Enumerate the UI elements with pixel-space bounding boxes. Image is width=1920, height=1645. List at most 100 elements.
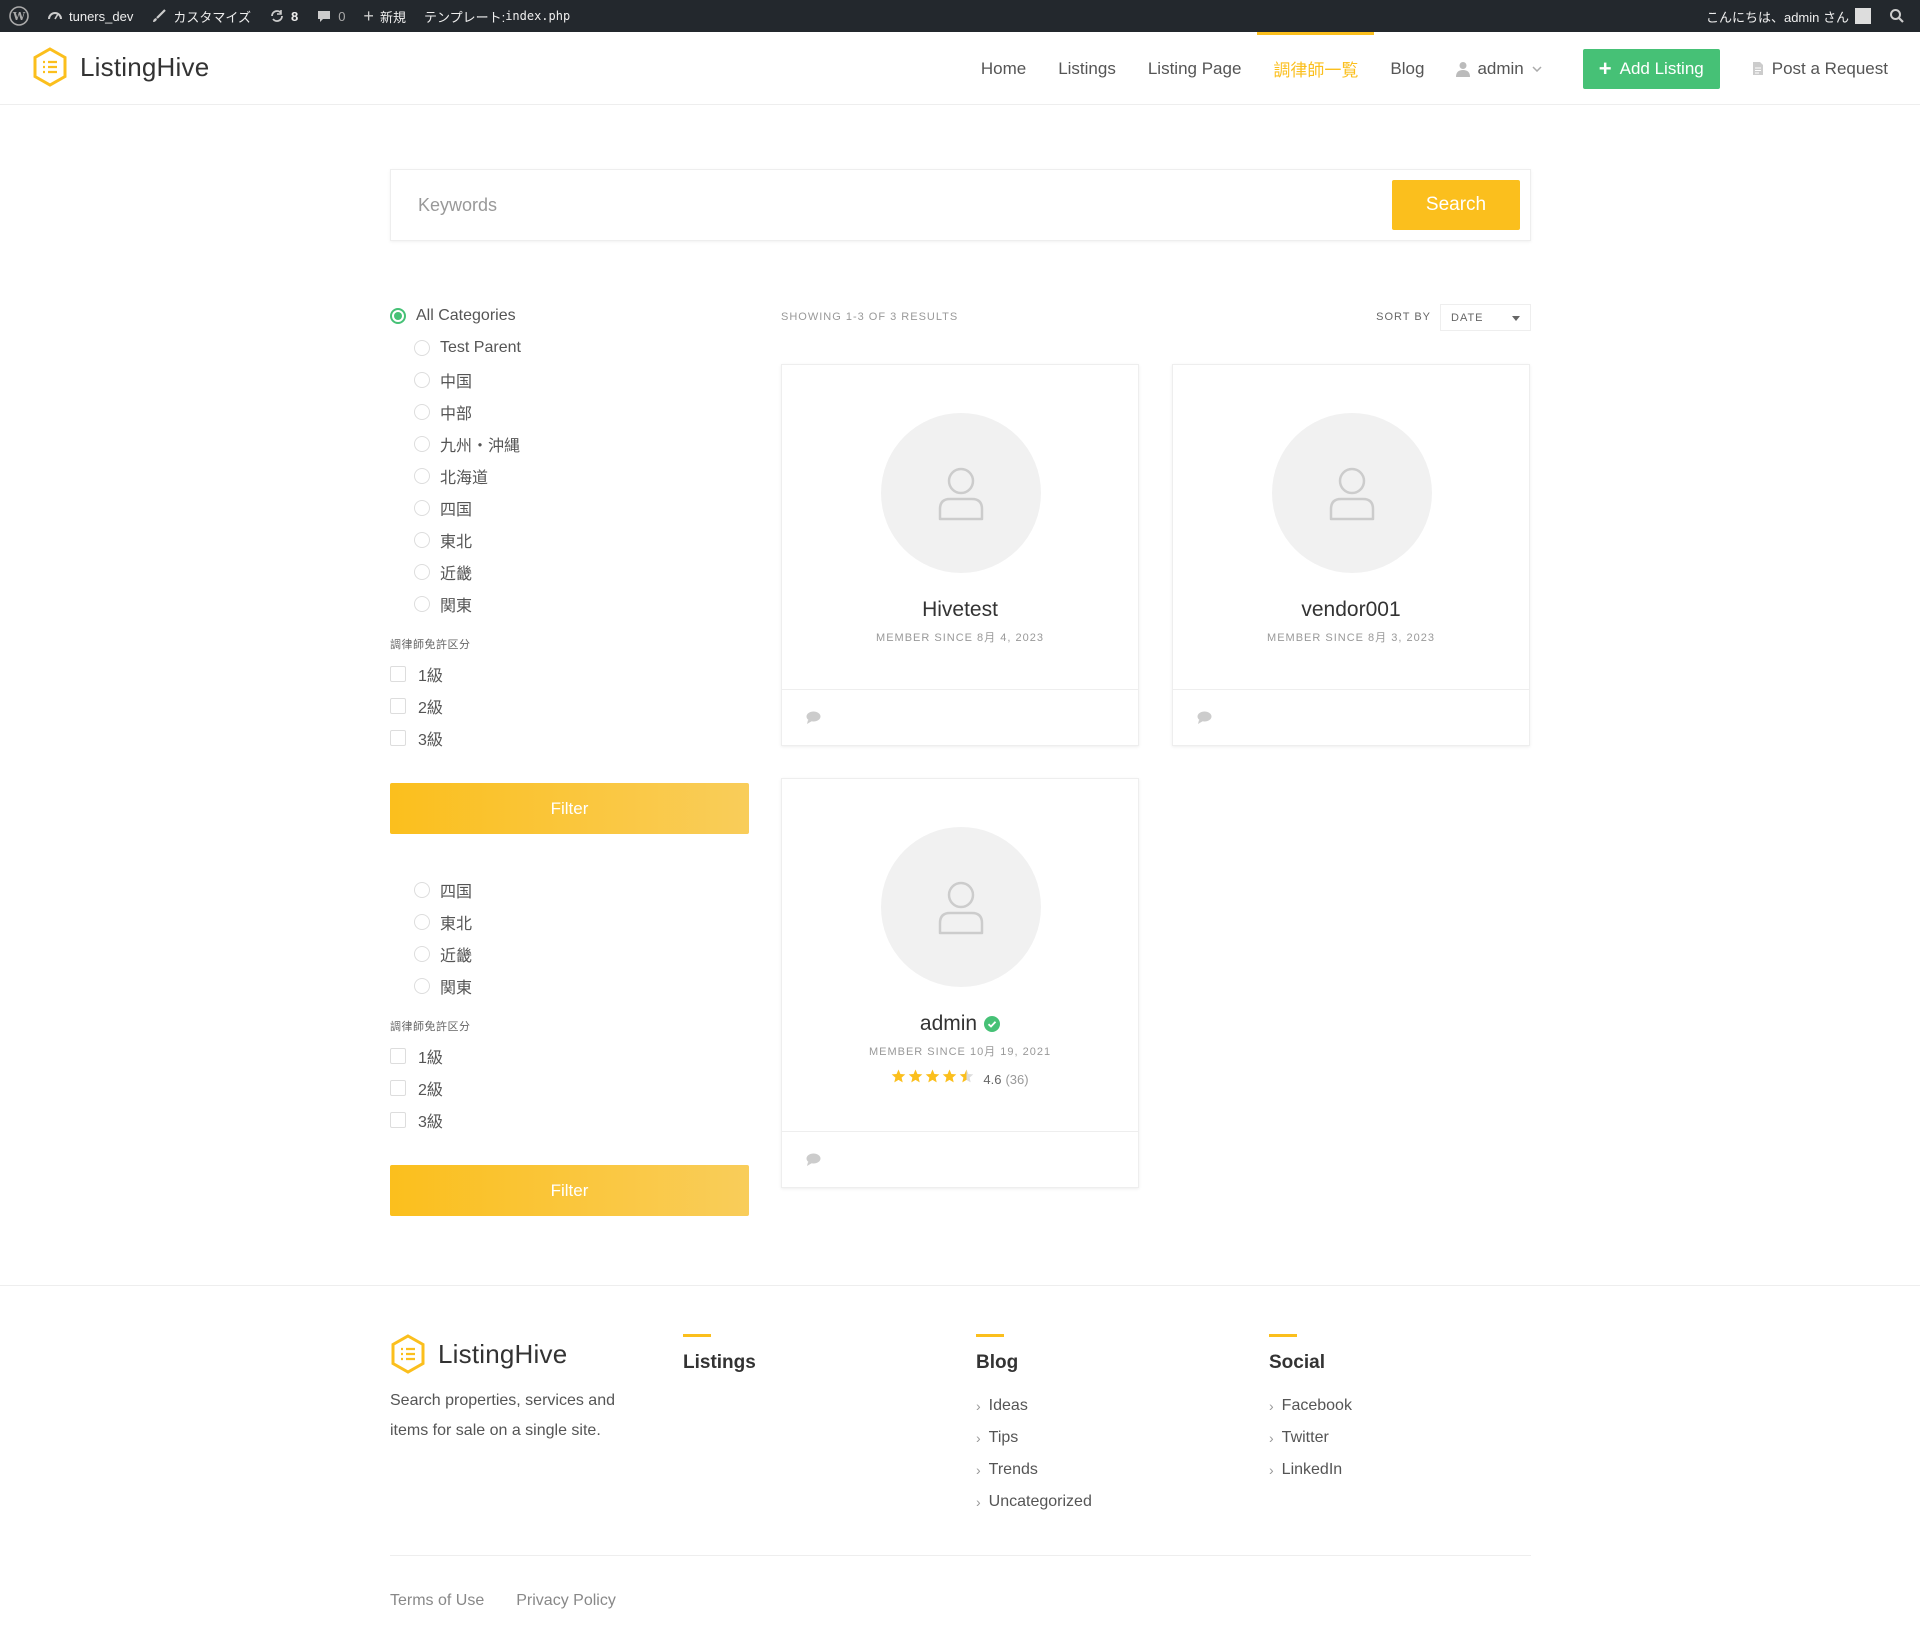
chevron-right-icon: › (1269, 1462, 1274, 1478)
vendor-name[interactable]: Hivetest (782, 598, 1138, 622)
wordpress-logo-icon[interactable]: W (0, 0, 38, 32)
checkbox[interactable] (390, 1112, 406, 1128)
admin-bar-site[interactable]: tuners_dev (38, 0, 142, 32)
radio[interactable] (414, 404, 430, 420)
vendor-name[interactable]: admin (782, 1012, 1138, 1036)
admin-bar-search[interactable] (1880, 0, 1914, 32)
license-option[interactable]: 1級 (390, 1040, 750, 1072)
radio[interactable] (414, 882, 430, 898)
radio[interactable] (414, 596, 430, 612)
category-option[interactable]: Test Parent (390, 332, 750, 364)
radio[interactable] (414, 978, 430, 994)
vendor-card[interactable]: admin MEMBER SINCE 10月 19, 2021 4.6 (36) (781, 778, 1139, 1188)
footer-link[interactable]: › Trends (976, 1454, 1092, 1486)
privacy-policy-link[interactable]: Privacy Policy (516, 1592, 616, 1610)
category-option[interactable]: 関東 (390, 970, 750, 1002)
category-option[interactable]: 北海道 (390, 460, 750, 492)
category-option[interactable]: 四国 (390, 492, 750, 524)
admin-bar-template[interactable]: テンプレート: index.php (415, 0, 579, 32)
vendor-name-text: Hivetest (922, 598, 998, 621)
vendor-card[interactable]: vendor001 MEMBER SINCE 8月 3, 2023 (1172, 364, 1530, 746)
nav-listings[interactable]: Listings (1058, 32, 1116, 105)
radio[interactable] (414, 468, 430, 484)
footer-column-social: Social › Facebook › Twitter › LinkedIn (1269, 1334, 1352, 1486)
card-footer (782, 1131, 1138, 1187)
checkbox[interactable] (390, 666, 406, 682)
template-file: index.php (505, 9, 571, 23)
radio[interactable] (414, 564, 430, 580)
footer-link-facebook[interactable]: › Facebook (1269, 1390, 1352, 1422)
admin-bar-customize[interactable]: カスタマイズ (142, 0, 260, 32)
license-option[interactable]: 1級 (390, 658, 750, 690)
footer-link[interactable]: › Tips (976, 1422, 1092, 1454)
chevron-right-icon: › (976, 1494, 981, 1510)
post-request-link[interactable]: Post a Request (1752, 59, 1888, 79)
category-label: 関東 (440, 980, 473, 997)
radio-checked[interactable] (390, 308, 406, 324)
footer-link[interactable]: › Uncategorized (976, 1486, 1092, 1518)
nav-user-menu[interactable]: admin (1456, 32, 1548, 105)
nav-listing-page[interactable]: Listing Page (1148, 32, 1242, 105)
filter-button[interactable]: Filter (390, 1165, 749, 1216)
filter-button[interactable]: Filter (390, 783, 749, 834)
radio[interactable] (414, 914, 430, 930)
category-option[interactable]: 東北 (390, 906, 750, 938)
terms-of-use-link[interactable]: Terms of Use (390, 1592, 484, 1610)
user-placeholder-icon (1329, 467, 1375, 521)
vendor-avatar[interactable] (1272, 413, 1432, 573)
footer-link-twitter[interactable]: › Twitter (1269, 1422, 1352, 1454)
sort-select[interactable]: DATE (1440, 304, 1531, 331)
category-option[interactable]: 関東 (390, 588, 750, 620)
radio[interactable] (414, 500, 430, 516)
admin-bar-new[interactable]: + 新規 (354, 0, 415, 32)
footer-column-title: Social (1269, 1352, 1325, 1373)
checkbox[interactable] (390, 698, 406, 714)
radio[interactable] (414, 532, 430, 548)
checkbox[interactable] (390, 730, 406, 746)
category-label: 北海道 (440, 470, 489, 487)
radio[interactable] (414, 372, 430, 388)
message-icon[interactable] (806, 1153, 821, 1166)
nav-tuner-list[interactable]: 調律師一覧 (1257, 32, 1375, 105)
footer-link-label: Trends (988, 1461, 1038, 1478)
category-option[interactable]: 中部 (390, 396, 750, 428)
message-icon[interactable] (1197, 711, 1212, 724)
search-button[interactable]: Search (1392, 180, 1520, 230)
category-option[interactable]: 近畿 (390, 556, 750, 588)
category-option[interactable]: 東北 (390, 524, 750, 556)
chevron-right-icon: › (976, 1462, 981, 1478)
category-option[interactable]: 中国 (390, 364, 750, 396)
category-option[interactable]: 四国 (390, 874, 750, 906)
category-label: Test Parent (440, 339, 521, 356)
footer-link[interactable]: › Ideas (976, 1390, 1092, 1422)
license-option[interactable]: 2級 (390, 690, 750, 722)
nav-home[interactable]: Home (981, 32, 1026, 105)
footer-logo[interactable]: ListingHive (390, 1334, 567, 1374)
footer-link-linkedin[interactable]: › LinkedIn (1269, 1454, 1352, 1486)
category-option[interactable]: 九州・沖縄 (390, 428, 750, 460)
admin-bar-updates[interactable]: 8 (260, 0, 307, 32)
radio[interactable] (414, 946, 430, 962)
nav-blog[interactable]: Blog (1390, 32, 1424, 105)
admin-bar-account[interactable]: こんにちは、admin さん (1697, 0, 1880, 32)
category-label: 四国 (440, 502, 473, 519)
radio[interactable] (414, 340, 430, 356)
license-option[interactable]: 2級 (390, 1072, 750, 1104)
vendor-avatar[interactable] (881, 413, 1041, 573)
radio[interactable] (414, 436, 430, 452)
checkbox[interactable] (390, 1080, 406, 1096)
vendor-card[interactable]: Hivetest MEMBER SINCE 8月 4, 2023 (781, 364, 1139, 746)
admin-bar-comments[interactable]: 0 (307, 0, 354, 32)
license-option[interactable]: 3級 (390, 722, 750, 754)
checkbox[interactable] (390, 1048, 406, 1064)
vendor-avatar[interactable] (881, 827, 1041, 987)
license-option[interactable]: 3級 (390, 1104, 750, 1136)
hexagon-logo-icon (391, 1334, 425, 1374)
add-listing-button[interactable]: + Add Listing (1582, 48, 1720, 89)
category-option[interactable]: 近畿 (390, 938, 750, 970)
message-icon[interactable] (806, 711, 821, 724)
vendor-name[interactable]: vendor001 (1173, 598, 1529, 622)
site-logo[interactable]: ListingHive (32, 47, 209, 87)
keywords-input[interactable] (391, 170, 1381, 240)
category-all[interactable]: All Categories (390, 300, 750, 332)
